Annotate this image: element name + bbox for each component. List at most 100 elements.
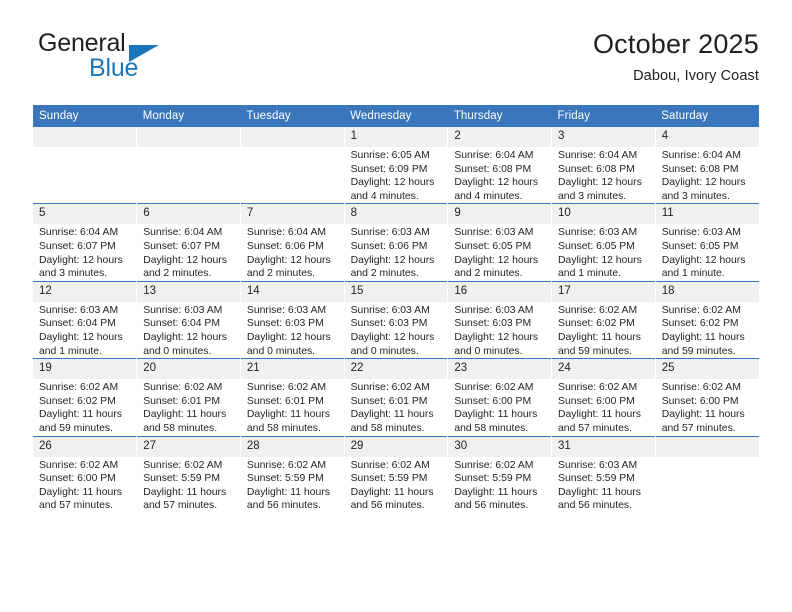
day-sun-info: Sunrise: 6:04 AM Sunset: 6:06 PM Daylight:… (241, 224, 344, 280)
day-sunset-text: Sunset: 5:59 PM (143, 473, 221, 485)
day-number: 22 (344, 359, 448, 380)
calendar-day-cell[interactable]: 5 Sunrise: 6:04 AM Sunset: 6:07 PM Daylight… (33, 203, 137, 282)
calendar-day-cell[interactable]: 1 Sunrise: 6:05 AM Sunset: 6:09 PM Daylight… (343, 127, 448, 204)
day-number: 4 (655, 127, 759, 147)
calendar-day-cell[interactable]: 12 Sunrise: 6:03 AM Sunset: 6:04 PM Dayligh… (33, 280, 137, 359)
day-daylight-line2-text: and 56 minutes. (454, 500, 529, 512)
day-number: 12 (33, 281, 137, 302)
day-daylight-line1-text: Daylight: 11 hours (246, 409, 330, 421)
calendar-day-cell[interactable]: 20 Sunrise: 6:02 AM Sunset: 6:01 PM Dayligh… (136, 358, 241, 436)
day-daylight-line2-text: and 56 minutes. (246, 500, 321, 512)
day-daylight-line1-text: Daylight: 11 hours (143, 486, 227, 498)
day-sunrise-text: Sunrise: 6:02 AM (350, 382, 430, 394)
calendar-day-cell[interactable]: 27 Sunrise: 6:02 AM Sunset: 5:59 PM Dayligh… (136, 435, 241, 513)
calendar-day-cell[interactable]: 21 Sunrise: 6:02 AM Sunset: 6:01 PM Dayligh… (239, 358, 345, 436)
day-sun-info: Sunrise: 6:02 AM Sunset: 6:02 PM Daylight:… (552, 302, 655, 358)
calendar-table: Sunday Monday Tuesday Wednesday Thursday… (33, 105, 759, 513)
calendar-day-cell[interactable]: 10 Sunrise: 6:03 AM Sunset: 6:05 PM Dayligh… (551, 203, 656, 282)
day-daylight-line2-text: and 59 minutes. (558, 345, 632, 357)
day-daylight-line1-text: Daylight: 12 hours (661, 254, 746, 266)
calendar-day-cell[interactable]: 6 Sunrise: 6:04 AM Sunset: 6:07 PM Daylight… (136, 203, 241, 282)
calendar-day-cell[interactable]: 30 Sunrise: 6:02 AM Sunset: 5:59 PM Dayligh… (447, 435, 552, 513)
calendar-day-cell[interactable]: 15 Sunrise: 6:03 AM Sunset: 6:03 PM Dayligh… (343, 280, 448, 359)
day-sun-info: Sunrise: 6:05 AM Sunset: 6:09 PM Daylight:… (345, 147, 448, 203)
day-sunset-text: Sunset: 6:03 PM (454, 318, 532, 330)
day-sunrise-text: Sunrise: 6:02 AM (39, 459, 119, 471)
calendar-day-cell[interactable]: 19 Sunrise: 6:02 AM Sunset: 6:02 PM Dayligh… (33, 358, 137, 436)
day-daylight-line1-text: Daylight: 12 hours (246, 254, 331, 266)
day-sunrise-text: Sunrise: 6:03 AM (558, 227, 638, 239)
calendar-day-cell[interactable]: 13 Sunrise: 6:03 AM Sunset: 6:04 PM Dayligh… (136, 280, 241, 359)
calendar-day-cell-empty (33, 127, 137, 204)
calendar-day-cell[interactable]: 26 Sunrise: 6:02 AM Sunset: 6:00 PM Dayligh… (33, 435, 137, 513)
day-daylight-line1-text: Daylight: 12 hours (454, 331, 539, 343)
page-header: General Blue October 2025 Dabou, Ivory C… (33, 28, 759, 96)
calendar-day-cell[interactable]: 3 Sunrise: 6:04 AM Sunset: 6:08 PM Daylight… (551, 127, 656, 204)
day-daylight-line2-text: and 4 minutes. (350, 190, 419, 202)
day-sunrise-text: Sunrise: 6:03 AM (39, 304, 119, 316)
day-sunrise-text: Sunrise: 6:02 AM (246, 382, 327, 394)
calendar-day-cell[interactable]: 14 Sunrise: 6:03 AM Sunset: 6:03 PM Dayligh… (239, 280, 345, 359)
calendar-day-cell-empty (654, 435, 759, 513)
day-sun-info: Sunrise: 6:03 AM Sunset: 6:05 PM Daylight:… (656, 224, 759, 280)
day-number: 14 (240, 281, 344, 302)
calendar-day-cell[interactable]: 2 Sunrise: 6:04 AM Sunset: 6:08 PM Daylight… (447, 127, 552, 204)
calendar-day-cell[interactable]: 8 Sunrise: 6:03 AM Sunset: 6:06 PM Daylight… (343, 203, 448, 282)
day-sunrise-text: Sunrise: 6:04 AM (661, 150, 741, 161)
day-daylight-line2-text: and 2 minutes. (246, 268, 316, 280)
day-sunset-text: Sunset: 6:02 PM (661, 318, 739, 330)
day-daylight-line1-text: Daylight: 12 hours (558, 177, 642, 189)
day-sunrise-text: Sunrise: 6:02 AM (39, 382, 119, 394)
day-sun-info: Sunrise: 6:02 AM Sunset: 5:59 PM Daylight:… (137, 457, 240, 513)
day-sunset-text: Sunset: 5:59 PM (350, 473, 428, 485)
calendar-day-cell[interactable]: 11 Sunrise: 6:03 AM Sunset: 6:05 PM Dayligh… (654, 203, 759, 282)
weekday-header-friday: Friday (551, 105, 656, 127)
day-number: 30 (448, 436, 552, 457)
day-number: 23 (448, 359, 552, 380)
calendar-week-row: 26 Sunrise: 6:02 AM Sunset: 6:00 PM Dayligh… (33, 435, 759, 513)
calendar-day-cell-empty (239, 127, 345, 204)
day-daylight-line2-text: and 58 minutes. (454, 422, 529, 434)
day-daylight-line1-text: Daylight: 11 hours (558, 486, 641, 498)
calendar-day-cell[interactable]: 23 Sunrise: 6:02 AM Sunset: 6:00 PM Dayligh… (447, 358, 552, 436)
day-daylight-line1-text: Daylight: 11 hours (454, 486, 538, 498)
day-number: 27 (137, 436, 240, 457)
day-daylight-line2-text: and 0 minutes. (454, 345, 523, 357)
day-sunrise-text: Sunrise: 6:03 AM (143, 304, 223, 316)
calendar-day-cell[interactable]: 9 Sunrise: 6:03 AM Sunset: 6:05 PM Daylight… (447, 203, 552, 282)
day-sunrise-text: Sunrise: 6:02 AM (661, 382, 741, 394)
day-sunrise-text: Sunrise: 6:04 AM (246, 227, 327, 239)
day-sun-info: Sunrise: 6:03 AM Sunset: 6:05 PM Daylight:… (448, 224, 551, 280)
calendar-day-cell[interactable]: 16 Sunrise: 6:03 AM Sunset: 6:03 PM Dayligh… (447, 280, 552, 359)
calendar-day-cell[interactable]: 17 Sunrise: 6:02 AM Sunset: 6:02 PM Dayligh… (551, 280, 656, 359)
weekday-header-monday: Monday (136, 105, 241, 127)
calendar-day-cell[interactable]: 4 Sunrise: 6:04 AM Sunset: 6:08 PM Daylight… (654, 127, 759, 204)
day-sunset-text: Sunset: 6:05 PM (558, 240, 635, 252)
day-sunrise-text: Sunrise: 6:02 AM (661, 304, 741, 316)
day-sunset-text: Sunset: 6:08 PM (558, 163, 635, 175)
day-daylight-line1-text: Daylight: 11 hours (661, 331, 745, 343)
calendar-body: 1 Sunrise: 6:05 AM Sunset: 6:09 PM Daylight… (33, 127, 759, 513)
day-number: 19 (33, 359, 137, 380)
calendar-day-cell[interactable]: 7 Sunrise: 6:04 AM Sunset: 6:06 PM Daylight… (239, 203, 345, 282)
day-daylight-line1-text: Daylight: 12 hours (246, 331, 331, 343)
day-sunset-text: Sunset: 6:06 PM (350, 240, 428, 252)
day-sun-info: Sunrise: 6:02 AM Sunset: 5:59 PM Daylight:… (241, 457, 344, 513)
day-number: 8 (344, 204, 448, 225)
calendar-day-cell[interactable]: 24 Sunrise: 6:02 AM Sunset: 6:00 PM Dayligh… (551, 358, 656, 436)
brand-logo[interactable]: General Blue (33, 28, 293, 92)
day-daylight-line1-text: Daylight: 11 hours (558, 331, 641, 343)
day-sunrise-text: Sunrise: 6:02 AM (558, 304, 638, 316)
calendar-day-cell[interactable]: 31 Sunrise: 6:03 AM Sunset: 5:59 PM Dayligh… (551, 435, 656, 513)
calendar-day-cell[interactable]: 28 Sunrise: 6:02 AM Sunset: 5:59 PM Dayligh… (239, 435, 345, 513)
calendar-day-cell[interactable]: 25 Sunrise: 6:02 AM Sunset: 6:00 PM Dayligh… (654, 358, 759, 436)
day-daylight-line2-text: and 59 minutes. (39, 422, 113, 434)
day-number: 11 (655, 204, 759, 225)
day-sun-info: Sunrise: 6:04 AM Sunset: 6:08 PM Daylight:… (448, 147, 551, 203)
calendar-day-cell[interactable]: 22 Sunrise: 6:02 AM Sunset: 6:01 PM Dayligh… (343, 358, 448, 436)
calendar-day-cell[interactable]: 18 Sunrise: 6:02 AM Sunset: 6:02 PM Dayligh… (654, 280, 759, 359)
calendar-day-cell[interactable]: 29 Sunrise: 6:02 AM Sunset: 5:59 PM Dayligh… (343, 435, 448, 513)
day-daylight-line1-text: Daylight: 12 hours (454, 254, 539, 266)
day-sun-info: Sunrise: 6:03 AM Sunset: 6:05 PM Daylight:… (552, 224, 655, 280)
day-sun-info: Sunrise: 6:04 AM Sunset: 6:08 PM Daylight:… (656, 147, 759, 203)
